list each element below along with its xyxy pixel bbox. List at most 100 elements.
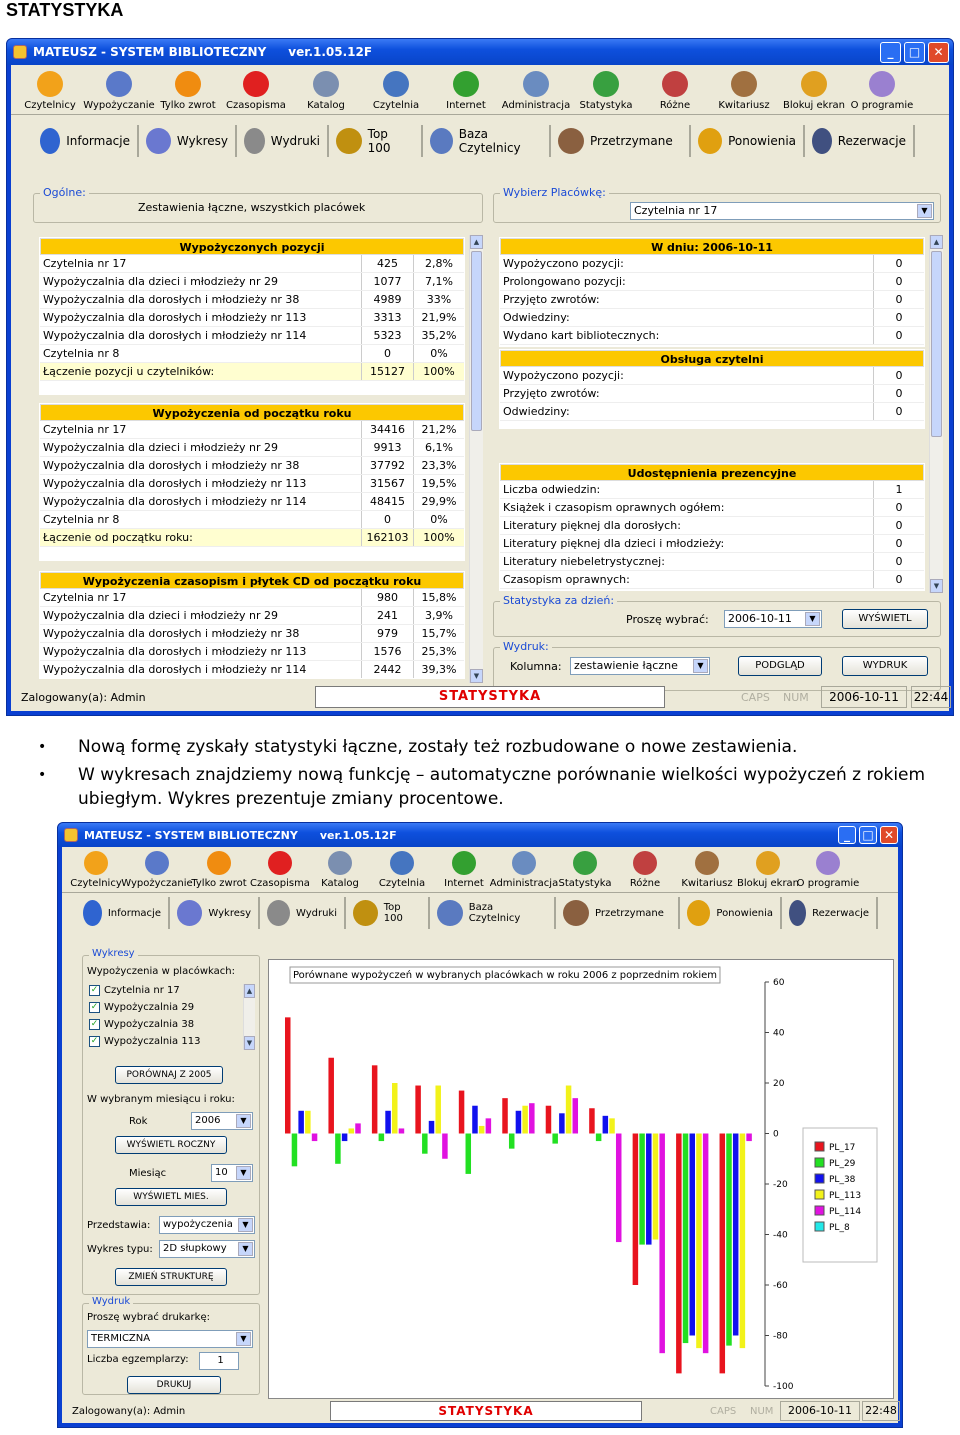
scroll-thumb[interactable] <box>931 251 942 437</box>
placowka-checkbox[interactable]: ✓ Czytelnia nr 17 <box>89 982 241 999</box>
table-row[interactable]: Odwiedziny: 0 <box>500 403 924 421</box>
table-row[interactable]: Wypożyczalnia dla dorosłych i młodzieży … <box>40 291 464 309</box>
maximize-button[interactable]: □ <box>904 41 925 63</box>
chevron-down-icon[interactable]: ▼ <box>805 612 820 626</box>
minimize-button[interactable]: _ <box>880 41 901 63</box>
right-scrollbar[interactable]: ▲ ▼ <box>929 235 943 593</box>
table-row[interactable]: Wypożyczalnia dla dzieci i młodzieży nr … <box>40 439 464 457</box>
table-row[interactable]: Literatury pięknej dla dzieci i młodzież… <box>500 535 924 553</box>
toolbar-blokuj-ekran[interactable]: Blokuj ekran <box>737 847 799 892</box>
minimize-button[interactable]: _ <box>838 826 856 844</box>
toolbar-czasopisma[interactable]: Czasopisma <box>248 847 312 892</box>
zmien-button[interactable]: ZMIEŃ STRUKTURĘ <box>115 1268 227 1286</box>
toolbar-o-programie[interactable]: O programie <box>797 847 859 892</box>
toolbar-tylko-zwrot[interactable]: Tylko zwrot <box>190 847 248 892</box>
maximize-button[interactable]: □ <box>859 826 877 844</box>
toolbar-statystyka[interactable]: Statystyka <box>571 65 641 114</box>
placowka-checkbox[interactable]: ✓ Wypożyczalnia 38 <box>89 1016 241 1033</box>
table-row[interactable]: Czytelnia nr 8 0 0% <box>40 345 464 363</box>
tab-przetrzymane[interactable]: Przetrzymane <box>551 125 691 157</box>
tab-rezerwacje[interactable]: Rezerwacje <box>805 125 915 157</box>
chevron-down-icon[interactable]: ▼ <box>236 1332 251 1346</box>
checkmark-icon[interactable]: ✓ <box>89 1036 100 1047</box>
table-row[interactable]: Przyjęto zwrotów: 0 <box>500 291 924 309</box>
chevron-down-icon[interactable]: ▼ <box>238 1218 253 1232</box>
toolbar-internet[interactable]: Internet <box>436 847 492 892</box>
kolumna-select[interactable]: zestawienie łączne ▼ <box>570 657 710 675</box>
toolbar-administracja[interactable]: Administracja <box>501 65 571 114</box>
tab-top-100[interactable]: Top 100 <box>329 125 423 157</box>
toolbar-kwitariusz[interactable]: Kwitariusz <box>676 847 738 892</box>
typ-select[interactable]: 2D słupkowy ▼ <box>159 1240 255 1258</box>
tab-wydruki[interactable]: Wydruki <box>260 897 346 929</box>
table-row[interactable]: Wypożyczono pozycji: 0 <box>500 367 924 385</box>
scroll-down-icon[interactable]: ▼ <box>470 669 483 683</box>
wydruk-button[interactable]: WYDRUK <box>842 656 928 676</box>
tab-wykresy[interactable]: Wykresy <box>170 897 260 929</box>
miesiac-select[interactable]: 10 ▼ <box>211 1164 253 1182</box>
tab-ponowienia[interactable]: Ponowienia <box>680 897 782 929</box>
drukarka-select[interactable]: TERMICZNA ▼ <box>87 1330 253 1348</box>
table-row[interactable]: Wypożyczalnia dla dorosłych i młodzieży … <box>40 327 464 345</box>
table-row[interactable]: Wypożyczalnia dla dorosłych i młodzieży … <box>40 661 464 678</box>
toolbar-czytelnia[interactable]: Czytelnia <box>368 847 436 892</box>
podglad-button[interactable]: PODGLĄD <box>738 656 822 676</box>
toolbar-administracja[interactable]: Administracja <box>490 847 558 892</box>
date-select[interactable]: 2006-10-11 ▼ <box>724 610 822 628</box>
table-row[interactable]: Literatury niebeletrystycznej: 0 <box>500 553 924 571</box>
check-scrollbar[interactable]: ▲ ▼ <box>243 984 255 1050</box>
table-row[interactable]: Czytelnia nr 17 980 15,8% <box>40 589 464 607</box>
placowka-select[interactable]: Czytelnia nr 17 ▼ <box>630 202 934 220</box>
przedstawia-select[interactable]: wypożyczenia ▼ <box>159 1216 255 1234</box>
toolbar-tylko-zwrot[interactable]: Tylko zwrot <box>155 65 221 114</box>
tab-wydruki[interactable]: Wydruki <box>237 125 329 157</box>
toolbar-katalog[interactable]: Katalog <box>291 65 361 114</box>
toolbar-wypożyczanie[interactable]: Wypożyczanie <box>83 65 155 114</box>
wyswietl-roczny-button[interactable]: WYŚWIETL ROCZNY <box>115 1136 227 1154</box>
left-scrollbar[interactable]: ▲ ▼ <box>469 235 483 683</box>
scroll-thumb[interactable] <box>471 251 482 431</box>
toolbar-o-programie[interactable]: O programie <box>849 65 915 114</box>
table-row[interactable]: Wypożyczalnia dla dorosłych i młodzieży … <box>40 625 464 643</box>
tab-przetrzymane[interactable]: Przetrzymane <box>556 897 680 929</box>
close-button[interactable]: ✕ <box>880 826 898 844</box>
scroll-down-icon[interactable]: ▼ <box>930 579 943 593</box>
table-row[interactable]: Wypożyczalnia dla dorosłych i młodzieży … <box>40 493 464 511</box>
toolbar-czasopisma[interactable]: Czasopisma <box>221 65 291 114</box>
table-row[interactable]: Wydano kart bibliotecznych: 0 <box>500 327 924 345</box>
scroll-up-icon[interactable]: ▲ <box>470 235 483 249</box>
toolbar-czytelnicy[interactable]: Czytelnicy <box>68 847 124 892</box>
chevron-down-icon[interactable]: ▼ <box>238 1242 253 1256</box>
toolbar-internet[interactable]: Internet <box>431 65 501 114</box>
checkmark-icon[interactable]: ✓ <box>89 985 100 996</box>
placowka-checkbox[interactable]: ✓ Wypożyczalnia 113 <box>89 1033 241 1050</box>
table-row[interactable]: Przyjęto zwrotów: 0 <box>500 385 924 403</box>
scroll-up-icon[interactable]: ▲ <box>930 235 943 249</box>
close-button[interactable]: ✕ <box>928 41 949 63</box>
toolbar-różne[interactable]: Różne <box>614 847 676 892</box>
toolbar-katalog[interactable]: Katalog <box>312 847 368 892</box>
toolbar-czytelnia[interactable]: Czytelnia <box>361 65 431 114</box>
tab-top-100[interactable]: Top 100 <box>346 897 430 929</box>
table-row[interactable]: Wypożyczono pozycji: 0 <box>500 255 924 273</box>
table-row[interactable]: Wypożyczalnia dla dzieci i młodzieży nr … <box>40 607 464 625</box>
scroll-up-icon[interactable]: ▲ <box>244 984 255 998</box>
checkmark-icon[interactable]: ✓ <box>89 1002 100 1013</box>
toolbar-czytelnicy[interactable]: Czytelnicy <box>17 65 83 114</box>
tab-informacje[interactable]: Informacje <box>33 125 139 157</box>
tab-wykresy[interactable]: Wykresy <box>139 125 237 157</box>
chevron-down-icon[interactable]: ▼ <box>236 1166 251 1180</box>
toolbar-wypożyczanie[interactable]: Wypożyczanie <box>121 847 193 892</box>
chevron-down-icon[interactable]: ▼ <box>917 204 932 218</box>
wyswietl-mies-button[interactable]: WYŚWIETL MIES. <box>115 1188 227 1206</box>
table-row[interactable]: Liczba odwiedzin: 1 <box>500 481 924 499</box>
table-row[interactable]: Wypożyczalnia dla dorosłych i młodzieży … <box>40 643 464 661</box>
table-row[interactable]: Literatury pięknej dla dorosłych: 0 <box>500 517 924 535</box>
rok-select[interactable]: 2006 ▼ <box>191 1112 253 1130</box>
table-row[interactable]: Prolongowano pozycji: 0 <box>500 273 924 291</box>
toolbar-statystyka[interactable]: Statystyka <box>556 847 614 892</box>
toolbar-blokuj-ekran[interactable]: Blokuj ekran <box>779 65 849 114</box>
table-row[interactable]: Odwiedziny: 0 <box>500 309 924 327</box>
drukuj-button[interactable]: DRUKUJ <box>127 1376 221 1394</box>
table-row[interactable]: Czytelnia nr 17 425 2,8% <box>40 255 464 273</box>
